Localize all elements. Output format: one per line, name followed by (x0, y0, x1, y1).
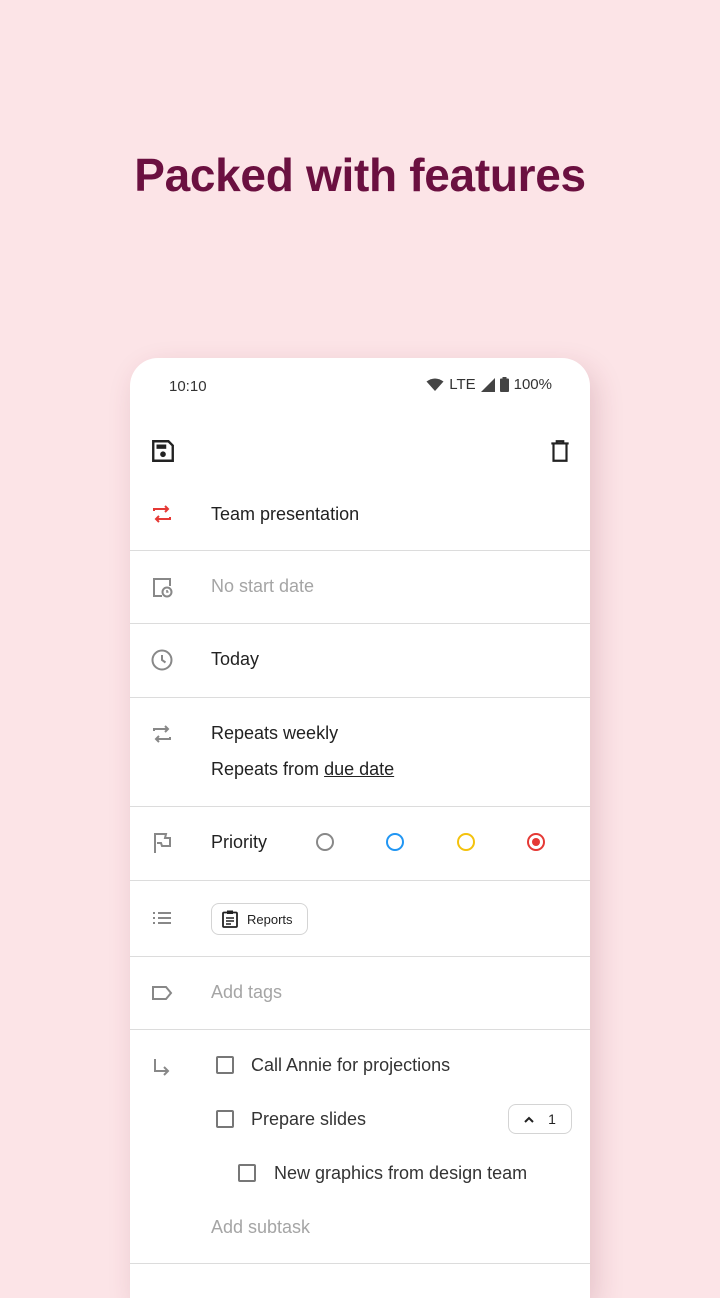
chevron-up-icon (524, 1116, 534, 1123)
task-title[interactable]: Team presentation (211, 504, 359, 525)
subtask-count: 1 (548, 1111, 556, 1127)
headline: Packed with features (134, 149, 586, 201)
status-bar: 10:10 LTE 100% (130, 358, 590, 414)
subtask-collapse-button[interactable]: 1 (508, 1104, 572, 1134)
clock-icon (151, 649, 173, 671)
repeat-from-prefix: Repeats from (211, 759, 320, 779)
list-chip-label: Reports (247, 911, 293, 927)
start-date-placeholder[interactable]: No start date (211, 576, 314, 597)
subtask-checkbox[interactable] (216, 1110, 234, 1128)
repeat-summary[interactable]: Repeats weekly (211, 723, 338, 744)
subdirectory-arrow-icon (154, 1059, 170, 1076)
subtask-checkbox[interactable] (238, 1164, 256, 1182)
priority-label: Priority (211, 832, 268, 852)
repeat-icon (153, 505, 171, 523)
priority-none-radio[interactable] (316, 833, 334, 851)
subtask-label[interactable]: New graphics from design team (274, 1163, 527, 1184)
subtask-label[interactable]: Call Annie for projections (251, 1055, 450, 1076)
signal-icon (480, 377, 495, 392)
subtasks-row: Call Annie for projections Prepare slide… (130, 1030, 590, 1264)
tags-placeholder[interactable]: Add tags (211, 982, 282, 1003)
repeat-from-link[interactable]: due date (324, 759, 394, 779)
due-date-row[interactable]: Today (130, 624, 590, 698)
calendar-clock-icon (153, 578, 173, 598)
wifi-icon (426, 378, 444, 391)
toolbar (130, 428, 590, 478)
list-icon (153, 912, 171, 924)
priority-high-dot (532, 838, 540, 846)
status-icons: LTE 100% (426, 376, 552, 393)
tags-row[interactable]: Add tags (130, 957, 590, 1030)
task-title-row[interactable]: Team presentation (130, 480, 590, 551)
due-date-value[interactable]: Today (211, 649, 259, 670)
priority-row: Priority (130, 807, 590, 881)
list-chip[interactable]: Reports (211, 903, 308, 935)
flag-icon (154, 833, 171, 853)
battery-icon (499, 377, 509, 392)
priority-high-radio[interactable] (527, 833, 545, 851)
subtask-checkbox[interactable] (216, 1056, 234, 1074)
subtask-label[interactable]: Prepare slides (251, 1109, 366, 1130)
add-subtask-placeholder[interactable]: Add subtask (211, 1217, 310, 1238)
delete-icon[interactable] (547, 438, 573, 464)
list-row: Reports (130, 881, 590, 957)
repeat-row[interactable]: Repeats weekly Repeats from due date (130, 698, 590, 807)
status-time: 10:10 (169, 378, 207, 395)
network-label: LTE (449, 376, 476, 393)
phone-frame: 10:10 LTE 100% Team presentation No star… (130, 358, 590, 1298)
repeat-icon (153, 725, 171, 743)
priority-low-radio[interactable] (386, 833, 404, 851)
clipboard-icon (222, 910, 238, 928)
save-icon[interactable] (150, 438, 176, 464)
start-date-row[interactable]: No start date (130, 551, 590, 624)
battery-label: 100% (513, 376, 552, 393)
label-icon (152, 986, 173, 1000)
priority-medium-radio[interactable] (457, 833, 475, 851)
repeat-from: Repeats from due date (211, 759, 394, 780)
